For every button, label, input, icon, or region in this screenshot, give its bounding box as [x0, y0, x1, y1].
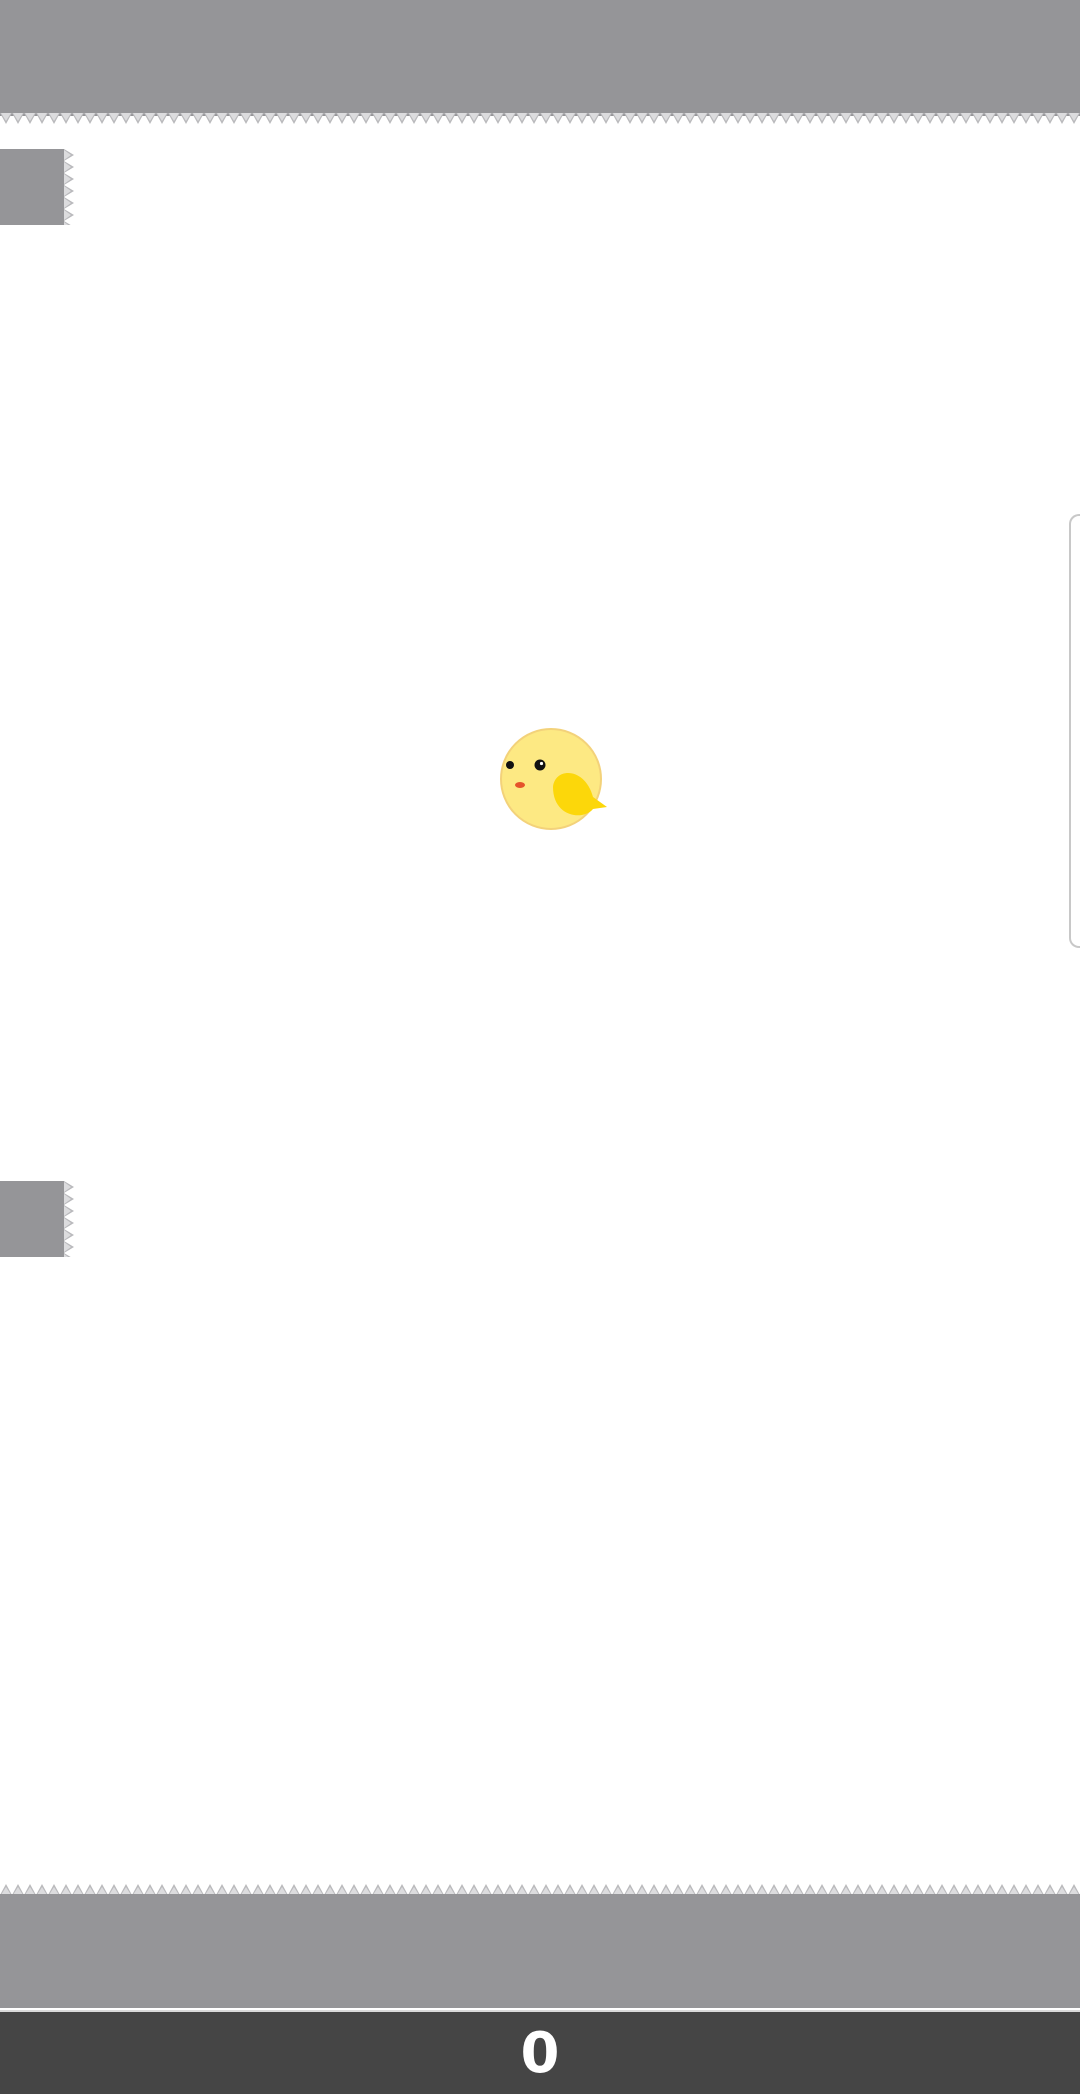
left-wall-spike-block-lower — [0, 1181, 64, 1257]
left-wall-spike-block-upper — [0, 149, 64, 225]
floor-spikes — [0, 1881, 1080, 1895]
game-stage[interactable]: 0 — [0, 0, 1080, 2094]
spike-icon — [64, 149, 76, 225]
yellow-bird-icon — [500, 728, 607, 830]
score-counter: 0 — [520, 2021, 560, 2086]
floor-wall — [0, 1894, 1080, 2008]
score-bar: 0 — [0, 2010, 1080, 2094]
ceiling-spikes — [0, 113, 1080, 127]
ceiling-wall — [0, 0, 1080, 116]
spike-icon — [64, 1181, 76, 1257]
right-wall-edge — [1069, 514, 1080, 948]
